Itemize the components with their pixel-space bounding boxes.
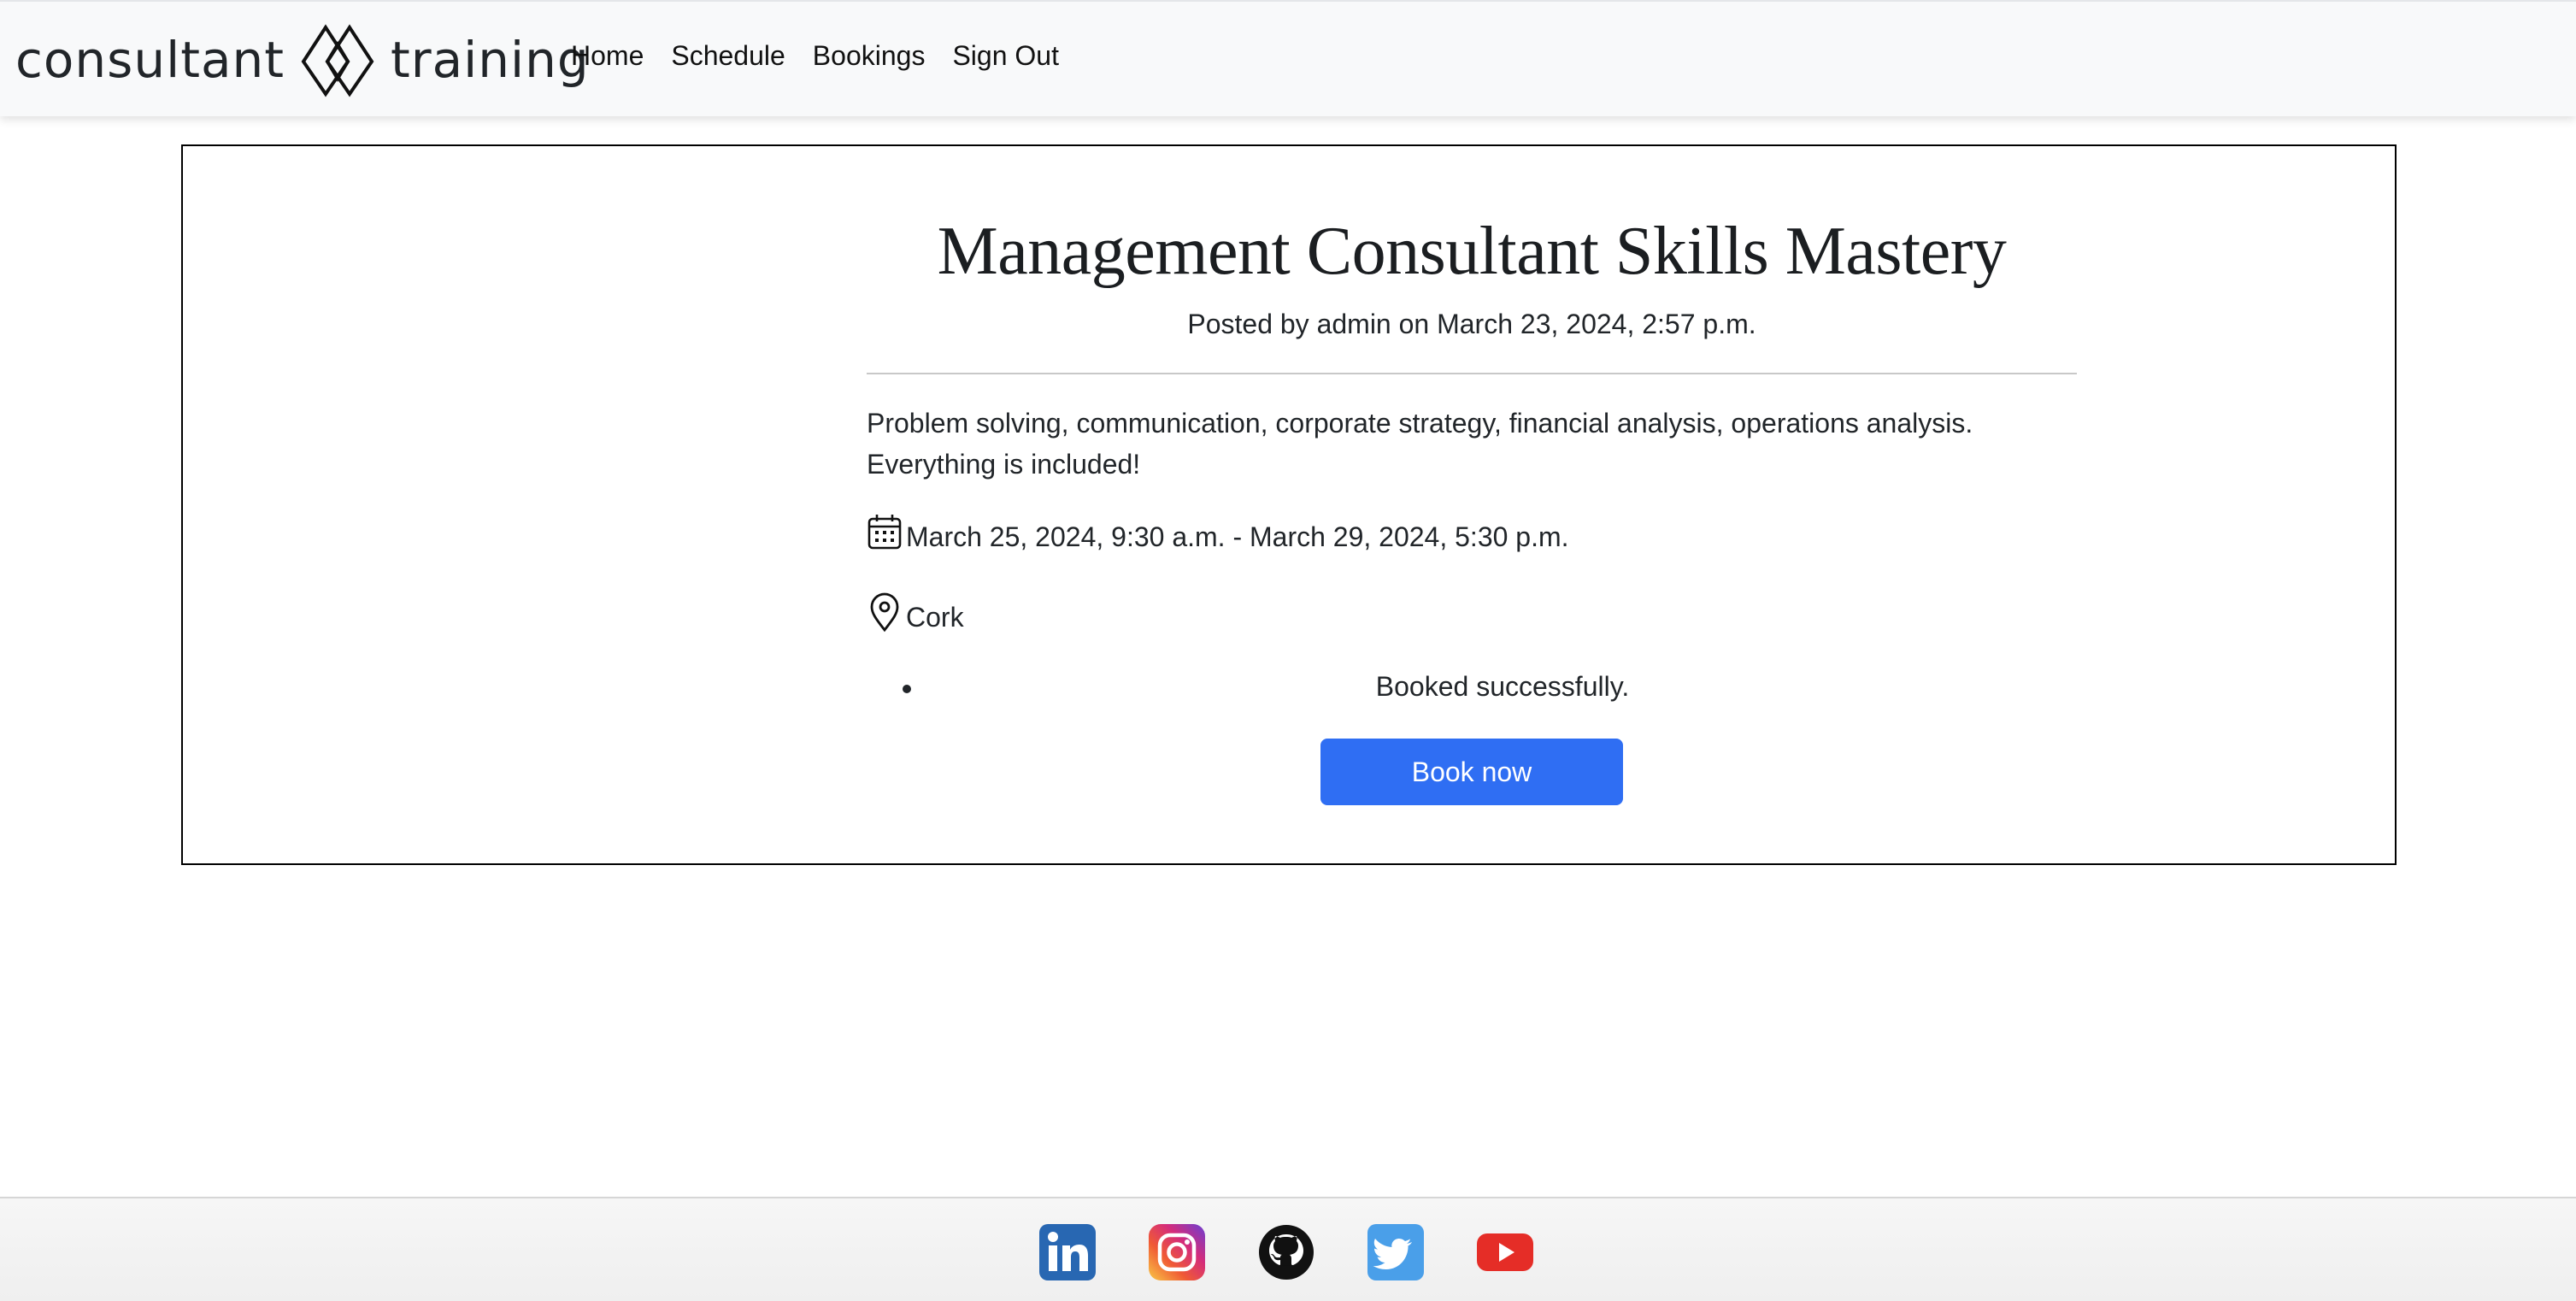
map-pin-icon <box>870 592 899 633</box>
nav-bookings[interactable]: Bookings <box>813 40 926 72</box>
brand-left-word: consultant <box>15 31 285 89</box>
double-diamond-logo-icon <box>301 24 374 97</box>
social-links <box>1039 1224 1533 1280</box>
linkedin-link[interactable] <box>1039 1224 1096 1280</box>
event-description: Problem solving, communication, corporat… <box>867 403 2077 485</box>
nav-home[interactable]: Home <box>571 40 644 72</box>
calendar-icon <box>867 515 902 550</box>
post-byline: Posted by admin on March 23, 2024, 2:57 … <box>1187 309 1756 339</box>
brand-right-word: training <box>391 31 590 89</box>
event-location: Cork <box>906 602 964 633</box>
instagram-icon <box>1149 1224 1205 1280</box>
divider <box>867 373 2077 374</box>
brand-logo-link[interactable]: consultant training <box>15 19 590 101</box>
page-title: Management Consultant Skills Mastery <box>937 214 2007 289</box>
nav-sign-out[interactable]: Sign Out <box>952 40 1059 72</box>
footer <box>0 1197 2576 1301</box>
event-date-row: March 25, 2024, 9:30 a.m. - March 29, 20… <box>867 512 1569 553</box>
nav-links: Home Schedule Bookings Sign Out <box>571 2 1086 109</box>
description-line: Everything is included! <box>867 449 1141 480</box>
navbar: consultant training Home Schedule Bookin… <box>0 0 2576 116</box>
event-location-row: Cork <box>867 592 964 633</box>
nav-schedule[interactable]: Schedule <box>671 40 785 72</box>
github-link[interactable] <box>1258 1224 1314 1280</box>
event-card: Management Consultant Skills Mastery Pos… <box>181 144 2397 865</box>
twitter-link[interactable] <box>1367 1224 1424 1280</box>
event-date-range: March 25, 2024, 9:30 a.m. - March 29, 20… <box>906 521 1569 552</box>
messages-list: Booked successfully. <box>867 671 2077 703</box>
book-now-button[interactable]: Book now <box>1320 739 1623 805</box>
youtube-link[interactable] <box>1477 1224 1533 1280</box>
twitter-icon <box>1367 1224 1424 1280</box>
linkedin-icon <box>1039 1224 1096 1280</box>
success-message: Booked successfully. <box>867 671 2077 703</box>
instagram-link[interactable] <box>1149 1224 1205 1280</box>
github-icon <box>1259 1225 1314 1280</box>
description-line: Problem solving, communication, corporat… <box>867 408 1973 439</box>
youtube-icon <box>1477 1233 1533 1271</box>
